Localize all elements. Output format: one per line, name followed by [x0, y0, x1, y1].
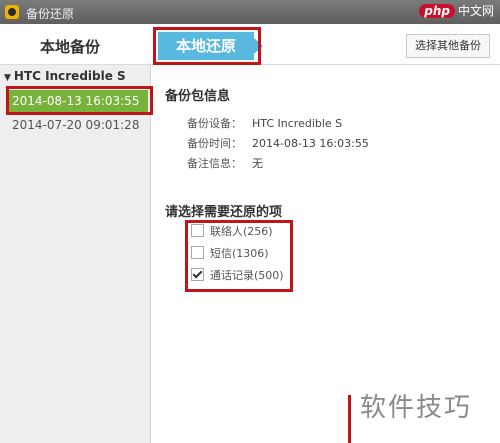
info-value: 无: [252, 157, 263, 170]
info-label: 备份设备：: [187, 117, 242, 130]
watermark-bottom: 软件技巧: [348, 375, 500, 443]
device-header[interactable]: ▼ HTC Incredible S: [4, 69, 126, 83]
watermark-text: 软件技巧: [360, 393, 473, 423]
info-row-note: 备注信息： 无: [187, 155, 263, 171]
watermark-php: php: [419, 4, 455, 18]
info-row-time: 备份时间： 2014-08-13 16:03:55: [187, 135, 369, 151]
caret-down-icon: ▼: [4, 73, 11, 83]
highlight-box-tab: [153, 27, 261, 65]
info-row-device: 备份设备： HTC Incredible S: [187, 115, 342, 131]
highlight-box-backup: [6, 86, 153, 115]
watermark-bar: [348, 395, 351, 443]
info-value: 2014-08-13 16:03:55: [252, 137, 369, 150]
backup-item[interactable]: 2014-07-20 09:01:28: [12, 118, 139, 132]
backup-info-title: 备份包信息: [165, 89, 231, 104]
watermark-logo: php 中文网: [419, 2, 494, 19]
info-label: 备注信息：: [187, 157, 242, 170]
select-other-backup-button[interactable]: 选择其他备份: [406, 34, 490, 58]
info-value: HTC Incredible S: [252, 117, 343, 130]
info-label: 备份时间：: [187, 137, 242, 150]
sidebar: ▼ HTC Incredible S 2014-08-13 16:03:55 20…: [0, 65, 153, 443]
window-title: 备份还原: [26, 7, 75, 21]
tab-local-backup[interactable]: 本地备份: [40, 36, 100, 57]
restore-items-title: 请选择需要还原的项: [165, 205, 283, 220]
highlight-box-options: [185, 220, 293, 292]
app-icon: [5, 5, 19, 19]
device-name: HTC Incredible S: [13, 69, 126, 83]
watermark-cn: 中文网: [457, 4, 494, 18]
title-bar: 备份还原 php 中文网: [0, 0, 500, 24]
